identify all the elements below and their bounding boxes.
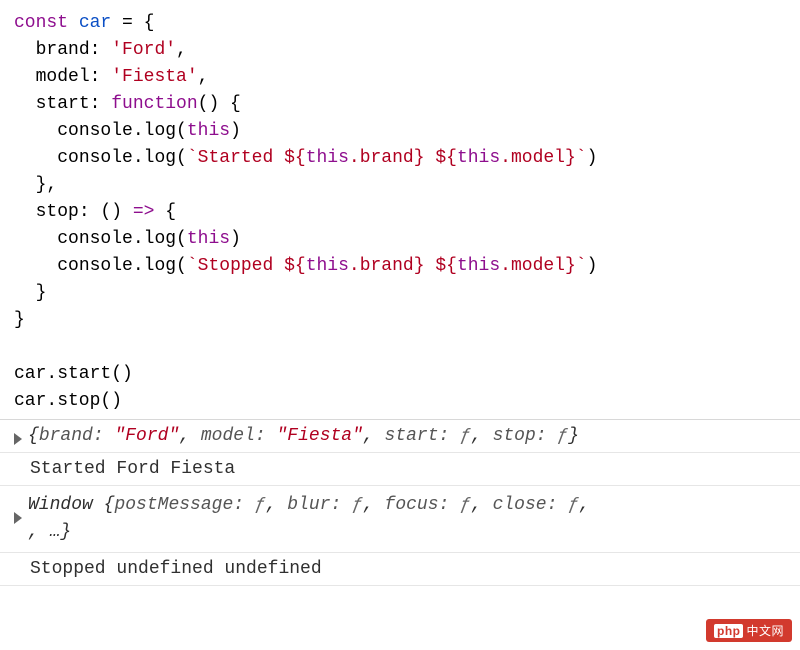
expand-triangle-icon[interactable]	[14, 433, 22, 445]
console-text: {brand: "Ford", model: "Fiesta", start: …	[28, 426, 786, 446]
console-text: Window {postMessage: ƒ, blur: ƒ, focus: …	[28, 492, 786, 546]
watermark-logo: php中文网	[706, 619, 792, 642]
console-object-car[interactable]: {brand: "Ford", model: "Fiesta", start: …	[0, 420, 800, 453]
code-block: const car = { brand: 'Ford', model: 'Fie…	[0, 0, 800, 419]
console-log-stopped: Stopped undefined undefined	[0, 553, 800, 586]
expand-triangle-icon[interactable]	[14, 512, 22, 524]
console-output: {brand: "Ford", model: "Fiesta", start: …	[0, 419, 800, 586]
keyword-const: const	[14, 13, 68, 33]
console-object-window[interactable]: Window {postMessage: ƒ, blur: ƒ, focus: …	[0, 486, 800, 553]
var-car: car	[79, 13, 111, 33]
console-log-started: Started Ford Fiesta	[0, 453, 800, 486]
